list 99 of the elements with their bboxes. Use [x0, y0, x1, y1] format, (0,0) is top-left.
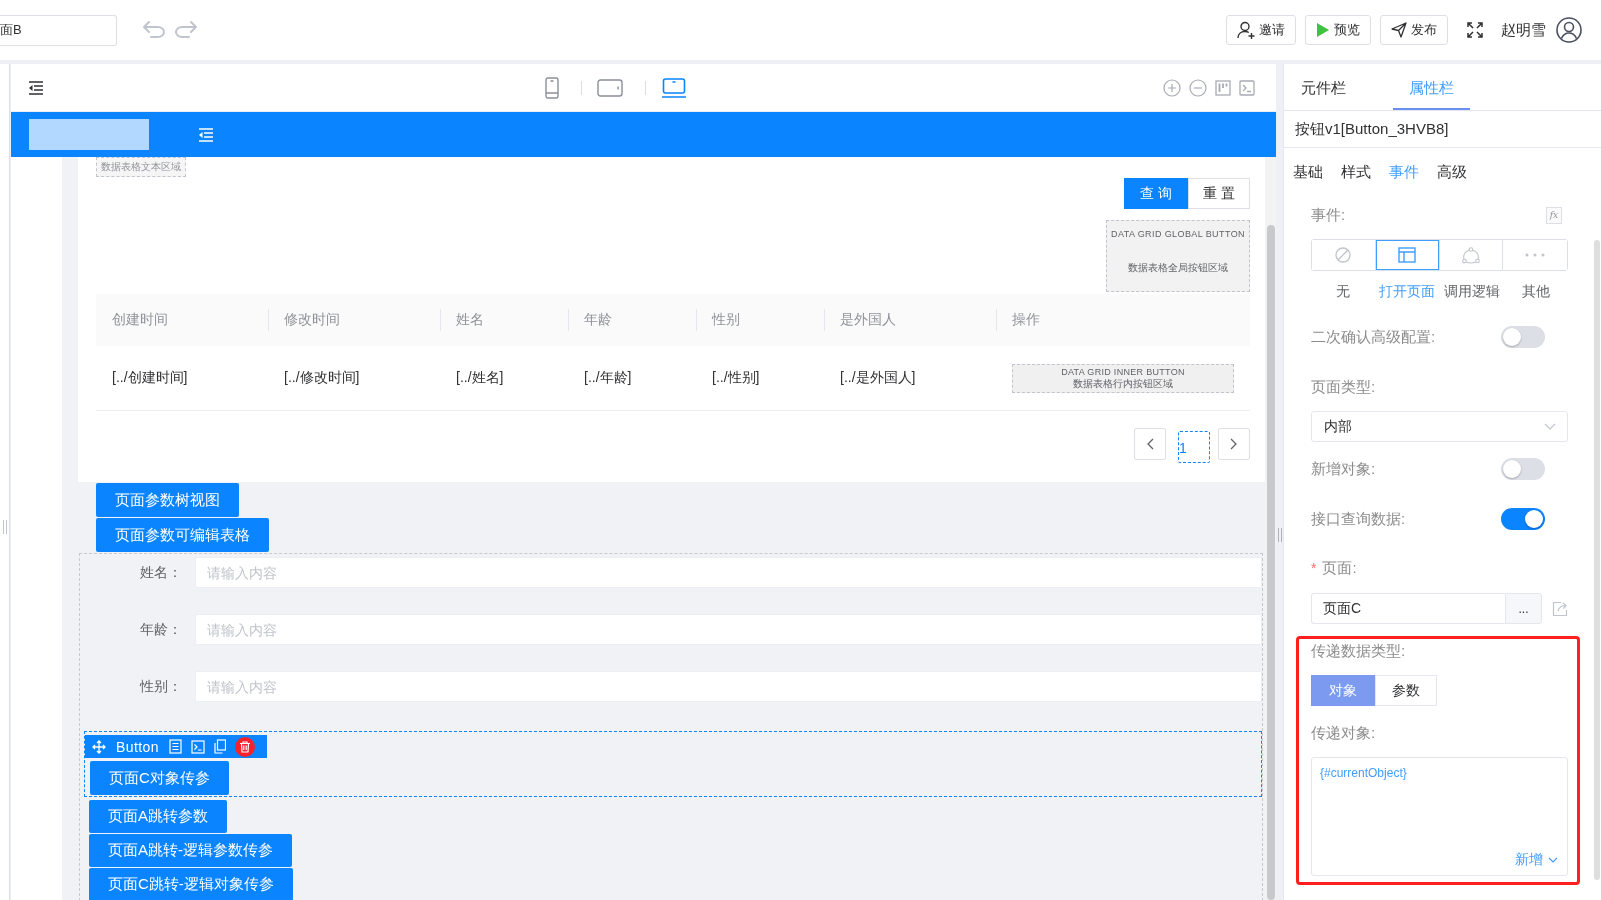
move-icon[interactable] [92, 739, 106, 754]
event-type-option[interactable] [1375, 240, 1440, 270]
required-mark: * [1311, 560, 1317, 576]
field-label: 新增对象: [1311, 460, 1376, 478]
ban-icon [1335, 247, 1352, 263]
avatar-icon[interactable] [1556, 17, 1582, 43]
copy-icon[interactable] [213, 739, 226, 754]
table-cell: [../是外国人] [840, 369, 916, 385]
external-link-icon[interactable] [1552, 600, 1568, 617]
column-header: 是外国人 [840, 311, 896, 327]
text-input[interactable]: 请输入内容 [195, 614, 1262, 645]
tablet-icon[interactable] [597, 78, 623, 97]
table-cell: [../年龄] [584, 369, 632, 385]
subtab[interactable]: 样式 [1341, 162, 1371, 182]
area-caption: 数据表格全局按钮区域 [1128, 262, 1228, 274]
event-type-label[interactable]: 无 [1336, 282, 1351, 300]
field-label: 传递数据类型: [1311, 642, 1406, 660]
field-label: 页面类型: [1311, 378, 1376, 395]
column-header: 性别 [712, 311, 740, 327]
subtab[interactable]: 高级 [1437, 162, 1467, 182]
canvas-button[interactable]: 页面A跳转-逻辑参数传参 [89, 834, 292, 867]
chevron-left-icon [1146, 438, 1154, 450]
field-label: 年龄： [140, 620, 182, 639]
page-name-field[interactable]: 面B [0, 14, 117, 46]
table-cell: [../创建时间] [112, 369, 188, 385]
field-label: 二次确认高级配置: [1311, 328, 1436, 346]
toggle-switch[interactable] [1501, 508, 1545, 530]
fullscreen-icon[interactable] [1467, 22, 1483, 38]
column-header: 修改时间 [284, 311, 340, 327]
document-icon[interactable] [168, 739, 182, 754]
field-label: 页面: [1322, 559, 1357, 577]
toggle-switch[interactable] [1501, 326, 1545, 348]
reset-button[interactable]: 重 置 [1188, 178, 1250, 209]
table-cell: [../修改时间] [284, 369, 360, 385]
subtab[interactable]: 基础 [1293, 162, 1323, 182]
canvas-button[interactable]: 页面C跳转-逻辑对象传参 [89, 868, 293, 900]
field-label: 性别： [140, 677, 182, 696]
event-type-option[interactable] [1312, 240, 1376, 270]
redo-icon[interactable] [174, 20, 198, 40]
field-label: 接口查询数据: [1311, 510, 1406, 528]
preview-button[interactable]: 预览 [1305, 15, 1371, 45]
invite-button[interactable]: 邀请 [1226, 15, 1296, 45]
terminal-icon[interactable] [1239, 79, 1255, 96]
component-title: 按钮v1[Button_3HVB8] [1295, 119, 1449, 139]
scrollbar[interactable] [1594, 240, 1600, 880]
table-cell: [../性别] [712, 369, 760, 385]
phone-icon[interactable] [545, 76, 559, 99]
toggle-switch[interactable] [1501, 458, 1545, 480]
canvas-button[interactable]: 页面参数可编辑表格 [96, 518, 269, 552]
menu-icon[interactable] [28, 80, 44, 95]
event-type-label[interactable]: 调用逻辑 [1443, 282, 1500, 300]
laptop-icon[interactable] [661, 77, 687, 98]
column-header: 操作 [1012, 311, 1040, 327]
page-input[interactable]: 页面C [1311, 593, 1505, 624]
text-input[interactable]: 请输入内容 [195, 557, 1262, 588]
area-title: DATA GRID INNER BUTTON [1061, 366, 1185, 378]
canvas-button[interactable]: 页面C对象传参 [90, 761, 229, 795]
layout-icon[interactable] [1215, 79, 1231, 96]
play-icon [1316, 22, 1330, 38]
publish-button[interactable]: 发布 [1380, 15, 1448, 45]
zoom-out-icon[interactable] [1189, 78, 1207, 97]
chevron-right-icon [1230, 438, 1238, 450]
user-name: 赵明雪 [1501, 20, 1546, 40]
area-caption: 数据表格文本区域 [101, 161, 181, 173]
query-button[interactable]: 查 询 [1124, 178, 1189, 209]
segment-option[interactable]: 参数 [1375, 675, 1437, 706]
event-type-label[interactable]: 其他 [1521, 282, 1550, 300]
column-header: 姓名 [456, 311, 484, 327]
window-icon [1398, 247, 1417, 263]
canvas-button[interactable]: 页面参数树视图 [96, 483, 239, 517]
browse-button[interactable]: ... [1505, 593, 1542, 624]
column-header: 年龄 [584, 311, 612, 327]
undo-icon[interactable] [142, 20, 166, 40]
page-number-button[interactable]: 1 [1178, 431, 1210, 463]
prev-page-button[interactable] [1134, 428, 1166, 460]
paper-plane-icon [1391, 22, 1407, 38]
area-caption: 数据表格行内按钮区域 [1073, 377, 1173, 390]
panel-tab[interactable]: 元件栏 [1285, 64, 1362, 110]
resize-handle-icon[interactable] [2, 520, 7, 534]
field-label: 事件: [1311, 206, 1346, 224]
select-field[interactable]: 内部 [1311, 411, 1568, 442]
zoom-in-icon[interactable] [1163, 78, 1181, 97]
field-label: 姓名： [140, 563, 182, 582]
component-type-label: Button [116, 738, 159, 755]
area-title: DATA GRID GLOBAL BUTTON [1111, 229, 1245, 240]
column-header: 创建时间 [112, 311, 168, 327]
resize-handle-icon[interactable] [1277, 528, 1282, 542]
field-label: 传递对象: [1311, 724, 1376, 742]
chevron-down-icon [1544, 423, 1556, 430]
trash-icon[interactable] [234, 736, 255, 757]
nodes-icon [1461, 246, 1480, 264]
canvas-button[interactable]: 页面A跳转参数 [89, 800, 227, 833]
user-plus-icon [1237, 21, 1255, 39]
object-expression: {#currentObject} [1320, 766, 1407, 780]
scrollbar[interactable] [1266, 225, 1275, 900]
table-cell: [../姓名] [456, 369, 504, 385]
next-page-button[interactable] [1218, 428, 1250, 460]
text-input[interactable]: 请输入内容 [195, 671, 1262, 702]
chevron-down-icon [1548, 857, 1558, 863]
